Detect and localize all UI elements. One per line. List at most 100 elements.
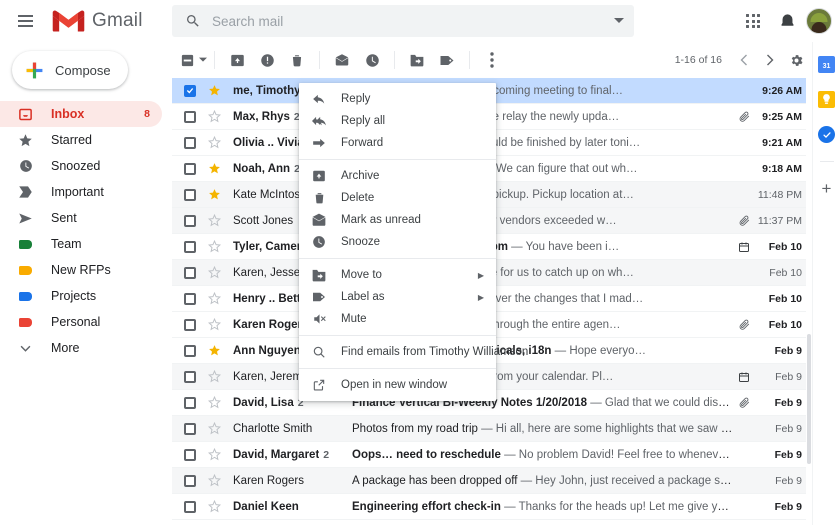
star-icon[interactable] [208,474,222,487]
menu-item-label-as[interactable]: Label as ▶ [299,286,496,308]
sidebar-item-more[interactable]: More [0,335,162,361]
google-calendar-icon[interactable]: 31 [818,56,835,73]
row-checkbox[interactable] [184,240,196,253]
mark-unread-icon[interactable] [327,45,357,75]
star-icon[interactable] [208,214,222,227]
sidebar-item-starred[interactable]: Starred [0,127,162,153]
chevron-right-icon[interactable] [758,48,782,72]
menu-item-find-emails-from-timothy-williamson[interactable]: Find emails from Timothy Williamson [299,341,528,363]
star-icon[interactable] [208,162,222,175]
avatar[interactable] [806,8,832,34]
menu-item-label: Label as [341,291,385,303]
sidebar-item-snoozed[interactable]: Snoozed [0,153,162,179]
menu-item-delete[interactable]: Delete [299,187,496,209]
menu-item-mute[interactable]: Mute [299,308,496,330]
menu-item-mark-as-unread[interactable]: Mark as unread [299,209,496,231]
google-keep-icon[interactable] [818,91,835,108]
row-checkbox[interactable] [184,448,196,461]
table-row[interactable]: Karen Rogers A package has been dropped o… [172,468,812,494]
star-icon[interactable] [208,396,222,409]
row-checkbox[interactable] [184,188,196,201]
menu-item-reply[interactable]: Reply [299,88,496,110]
search-input[interactable] [212,13,604,29]
header-actions [738,0,832,42]
compose-button[interactable]: Compose [12,51,128,89]
menu-item-snooze[interactable]: Snooze [299,231,496,253]
menu-divider [299,159,496,160]
row-checkbox[interactable] [184,500,196,513]
gear-icon[interactable] [784,48,808,72]
star-icon[interactable] [208,266,222,279]
row-checkbox[interactable] [184,318,196,331]
label-tag-icon [17,265,34,275]
sidebar-item-important[interactable]: Important [0,179,162,205]
star-icon[interactable] [208,500,222,513]
row-checkbox[interactable] [184,84,196,97]
star-icon[interactable] [208,370,222,383]
star-icon[interactable] [208,110,222,123]
row-sender: David, Margaret 2 [233,449,350,461]
report-spam-icon[interactable] [252,45,282,75]
menu-item-reply-all[interactable]: Reply all [299,110,496,132]
star-icon[interactable] [208,448,222,461]
hamburger-icon[interactable] [8,4,42,38]
menu-item-open-in-new-window[interactable]: Open in new window [299,374,496,396]
menu-item-archive[interactable]: Archive [299,165,496,187]
notification-bell-icon[interactable] [772,6,802,36]
chevron-down-icon[interactable] [199,56,207,64]
search-bar[interactable] [172,5,634,37]
clock-icon[interactable] [357,45,387,75]
star-icon[interactable] [208,240,222,253]
menu-item-move-to[interactable]: Move to ▶ [299,264,496,286]
calendar-icon [734,371,754,383]
row-sender: Charlotte Smith [233,423,350,435]
star-icon[interactable] [208,84,222,97]
star-icon[interactable] [208,344,222,357]
scrollbar-thumb[interactable] [807,334,811,464]
table-row[interactable]: Daniel Keen Engineering effort check-in —… [172,494,812,520]
select-all-checkbox-icon[interactable] [180,53,207,68]
sidebar-item-new-rfps[interactable]: New RFPs [0,257,162,283]
more-vertical-icon[interactable] [477,45,507,75]
row-checkbox[interactable] [184,110,196,123]
search-icon [311,345,327,359]
menu-item-label: Mark as unread [341,214,421,226]
row-checkbox[interactable] [184,136,196,149]
star-icon[interactable] [208,422,222,435]
row-checkbox[interactable] [184,162,196,175]
row-checkbox[interactable] [184,370,196,383]
row-checkbox[interactable] [184,344,196,357]
sidebar-item-personal[interactable]: Personal [0,309,162,335]
snippet-text: — from your calendar. Pl… [475,370,614,383]
row-checkbox[interactable] [184,266,196,279]
label-tag-icon[interactable] [432,45,462,75]
menu-item-forward[interactable]: Forward [299,132,496,154]
star-icon[interactable] [208,188,222,201]
chevron-left-icon[interactable] [732,48,756,72]
row-checkbox[interactable] [184,474,196,487]
row-checkbox[interactable] [184,292,196,305]
sender-name: Henry .. Betty [233,292,308,305]
move-to-folder-icon[interactable] [402,45,432,75]
star-icon[interactable] [208,292,222,305]
row-checkbox[interactable] [184,396,196,409]
chevron-down-icon[interactable] [604,5,634,37]
sidebar-item-projects[interactable]: Projects [0,283,162,309]
star-icon[interactable] [208,318,222,331]
sidebar-item-inbox[interactable]: Inbox 8 [0,101,162,127]
thread-count: 2 [323,448,330,461]
sidebar-item-team[interactable]: Team [0,231,162,257]
sidebar-item-sent[interactable]: Sent [0,205,162,231]
subject-text: Engineering effort check-in [352,500,501,513]
row-checkbox[interactable] [184,422,196,435]
table-row[interactable]: David, Margaret 2 Oops… need to reschedule… [172,442,812,468]
table-row[interactable]: Charlotte Smith Photos from my road trip … [172,416,812,442]
star-icon[interactable] [208,136,222,149]
row-checkbox[interactable] [184,214,196,227]
apps-grid-icon[interactable] [738,6,768,36]
trash-icon[interactable] [282,45,312,75]
archive-icon[interactable] [222,45,252,75]
google-tasks-icon[interactable] [818,126,835,143]
attachment-icon [734,110,754,123]
add-addon-button[interactable]: + [822,180,832,197]
